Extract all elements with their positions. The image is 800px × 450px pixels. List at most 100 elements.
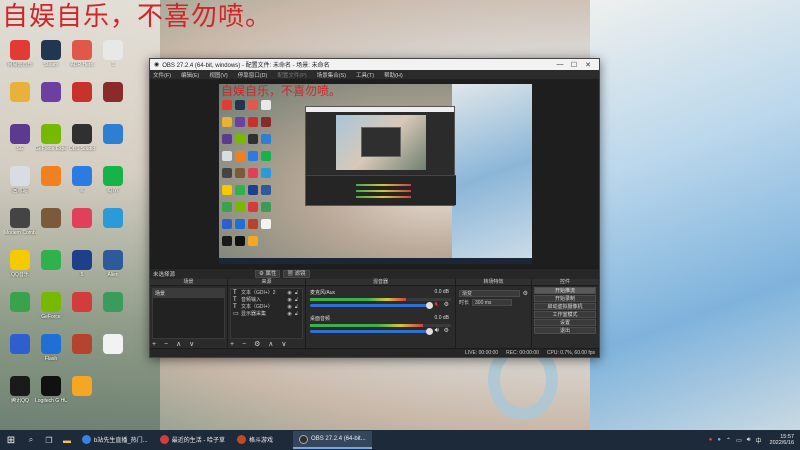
obs-preview-area[interactable]: 自娱自乐，不喜勿喷。 <box>150 80 599 268</box>
volume-slider-knob[interactable] <box>426 328 433 335</box>
start-streaming-button[interactable]: 开始推流 <box>534 287 596 294</box>
properties-button[interactable]: ⚙ 属性 <box>255 270 281 278</box>
desktop-icon[interactable] <box>66 208 98 230</box>
taskbar-app-game[interactable]: 格斗游戏 <box>231 431 293 449</box>
ime-icon[interactable]: 中 <box>756 436 762 445</box>
desktop-icon[interactable] <box>35 82 67 104</box>
desktop-icon[interactable]: GeForce Experience <box>35 124 67 152</box>
volume-slider-knob[interactable] <box>426 302 433 309</box>
desktop-icon[interactable] <box>97 82 129 104</box>
menu-file[interactable]: 文件(F) <box>153 71 171 79</box>
duration-input[interactable]: 300 ms <box>472 299 513 306</box>
desktop-icon[interactable]: Alien <box>97 250 129 278</box>
source-item[interactable]: T 音频输入 ◉ 🔓︎ <box>231 296 302 304</box>
menu-profile[interactable]: 配置文件(P) <box>277 71 306 79</box>
taskbar-app-browser[interactable]: b站先生直播_热门... <box>76 431 154 449</box>
desktop-icon[interactable]: 5 <box>66 250 98 278</box>
task-view-icon[interactable]: ❐ <box>40 436 58 445</box>
menu-help[interactable]: 帮助(H) <box>384 71 403 79</box>
sources-list[interactable]: T 文本（GDI+）2 ◉ 🔓︎ T 音频输入 ◉ 🔓︎ T 文本（GDI+） … <box>230 288 303 339</box>
menu-scene-collection[interactable]: 场景集合(S) <box>317 71 346 79</box>
desktop-icon[interactable] <box>97 124 129 146</box>
volume-slider[interactable] <box>310 302 433 309</box>
lock-icon[interactable]: 🔓︎ <box>293 297 300 303</box>
desktop-icon[interactable] <box>97 208 129 230</box>
desktop-icon[interactable]: OBS Studio <box>66 124 98 152</box>
taskbar-app-obs[interactable]: OBS 27.2.4 (64-bit... <box>293 431 372 449</box>
gear-icon[interactable]: ⚙ <box>523 290 528 297</box>
studio-mode-button[interactable]: 工作室模式 <box>534 311 596 318</box>
muted-speaker-icon[interactable]: 🔇︎ <box>435 301 439 309</box>
visibility-eye-icon[interactable]: ◉ <box>286 297 293 303</box>
desktop-icon[interactable] <box>35 208 67 230</box>
desktop-icon[interactable]: iQIYI <box>97 166 129 194</box>
desktop-icon[interactable]: Flash <box>35 334 67 362</box>
preview-canvas[interactable]: 自娱自乐，不喜勿喷。 <box>219 84 532 264</box>
menu-edit[interactable]: 编辑(E) <box>181 71 199 79</box>
source-item[interactable]: T 文本（GDI+） ◉ 🔓︎ <box>231 303 302 311</box>
speaker-icon[interactable]: 🔊︎ <box>747 437 751 444</box>
network-icon[interactable]: ▭ <box>736 437 742 444</box>
source-item[interactable]: ▭ 显示器采集 ◉ 🔓︎ <box>231 310 302 318</box>
tray-app-icon[interactable]: ● <box>709 437 713 443</box>
desktop-icon[interactable] <box>35 250 67 272</box>
gear-icon[interactable]: ⚙ <box>444 301 449 308</box>
visibility-eye-icon[interactable]: ◉ <box>286 290 293 296</box>
desktop-icon[interactable]: K <box>66 166 98 194</box>
lock-icon[interactable]: 🔓︎ <box>293 311 300 317</box>
speaker-icon[interactable]: 🔊︎ <box>435 327 439 335</box>
desktop-icon[interactable] <box>97 334 129 356</box>
desktop-icon[interactable]: Steam <box>35 40 67 68</box>
start-recording-button[interactable]: 开始录制 <box>534 295 596 302</box>
desktop-icon[interactable] <box>66 334 98 356</box>
menu-view[interactable]: 视图(V) <box>209 71 227 79</box>
desktop-icon[interactable] <box>4 292 36 314</box>
lock-icon[interactable]: 🔓︎ <box>293 290 300 296</box>
desktop-icon[interactable] <box>97 292 129 314</box>
source-item[interactable]: T 文本（GDI+）2 ◉ 🔓︎ <box>231 289 302 297</box>
windows-start-icon[interactable]: ⊞ <box>0 435 22 446</box>
desktop-icon[interactable]: Modern Combat 5 <box>4 208 36 236</box>
exit-button[interactable]: 退出 <box>534 327 596 334</box>
desktop-icon[interactable] <box>35 166 67 188</box>
settings-button[interactable]: 设置 <box>534 319 596 326</box>
obs-titlebar[interactable]: ◉ OBS 27.2.4 (64-bit, windows) - 配置文件: 未… <box>150 59 599 70</box>
desktop-icon[interactable] <box>66 82 98 104</box>
visibility-eye-icon[interactable]: ◉ <box>286 304 293 310</box>
desktop-icon[interactable] <box>66 292 98 314</box>
desktop-icon[interactable]: 回收站 <box>4 166 36 194</box>
taskbar-app-music[interactable]: 最近的生活 - 哈子草 <box>154 431 231 449</box>
close-button[interactable]: ✕ <box>581 61 595 69</box>
menu-docks[interactable]: 停靠窗口(D) <box>238 71 268 79</box>
desktop-icon[interactable]: 1 <box>97 40 129 68</box>
desktop-icon[interactable]: QQ音乐 <box>4 250 36 278</box>
maximize-button[interactable]: ☐ <box>567 61 581 69</box>
desktop-icon[interactable] <box>4 334 36 356</box>
minimize-button[interactable]: — <box>553 61 567 68</box>
filters-button[interactable]: ▦ 滤镜 <box>283 270 310 278</box>
desktop-icon[interactable]: 腾讯QQ <box>4 376 36 404</box>
clock[interactable]: 15:57 2022/6/16 <box>770 434 794 446</box>
desktop-icon[interactable] <box>4 82 36 104</box>
tray-app-icon[interactable]: ● <box>717 437 721 443</box>
start-virtual-camera-button[interactable]: 启动虚拟摄像机 <box>534 303 596 310</box>
scenes-list[interactable]: 场景 <box>152 288 225 339</box>
file-explorer-icon[interactable]: ▬ <box>58 436 76 445</box>
transition-type-select[interactable]: 渐变 <box>459 290 520 297</box>
gear-icon[interactable]: ⚙ <box>444 327 449 334</box>
scenes-dock-controls[interactable]: + − ∧ ∨ <box>152 340 197 348</box>
volume-slider[interactable] <box>310 328 433 335</box>
sources-dock-controls[interactable]: + − ⚙ ∧ ∨ <box>230 340 289 348</box>
lock-icon[interactable]: 🔓︎ <box>293 304 300 310</box>
search-icon[interactable]: ⌕ <box>22 435 40 445</box>
scene-item[interactable]: 场景 <box>153 289 224 298</box>
desktop-icon[interactable]: GeForce <box>35 292 67 320</box>
obs-window[interactable]: ◉ OBS 27.2.4 (64-bit, windows) - 配置文件: 未… <box>149 58 600 358</box>
visibility-eye-icon[interactable]: ◉ <box>286 311 293 317</box>
desktop-icon[interactable]: Logitech G HUB <box>35 376 67 404</box>
desktop-icon[interactable] <box>66 376 98 398</box>
menu-tools[interactable]: 工具(T) <box>356 71 374 79</box>
desktop-icon[interactable]: SE <box>4 124 36 152</box>
desktop-icon[interactable]: 网易云音乐 <box>4 40 36 68</box>
chevron-up-icon[interactable]: ⌃ <box>726 437 731 444</box>
